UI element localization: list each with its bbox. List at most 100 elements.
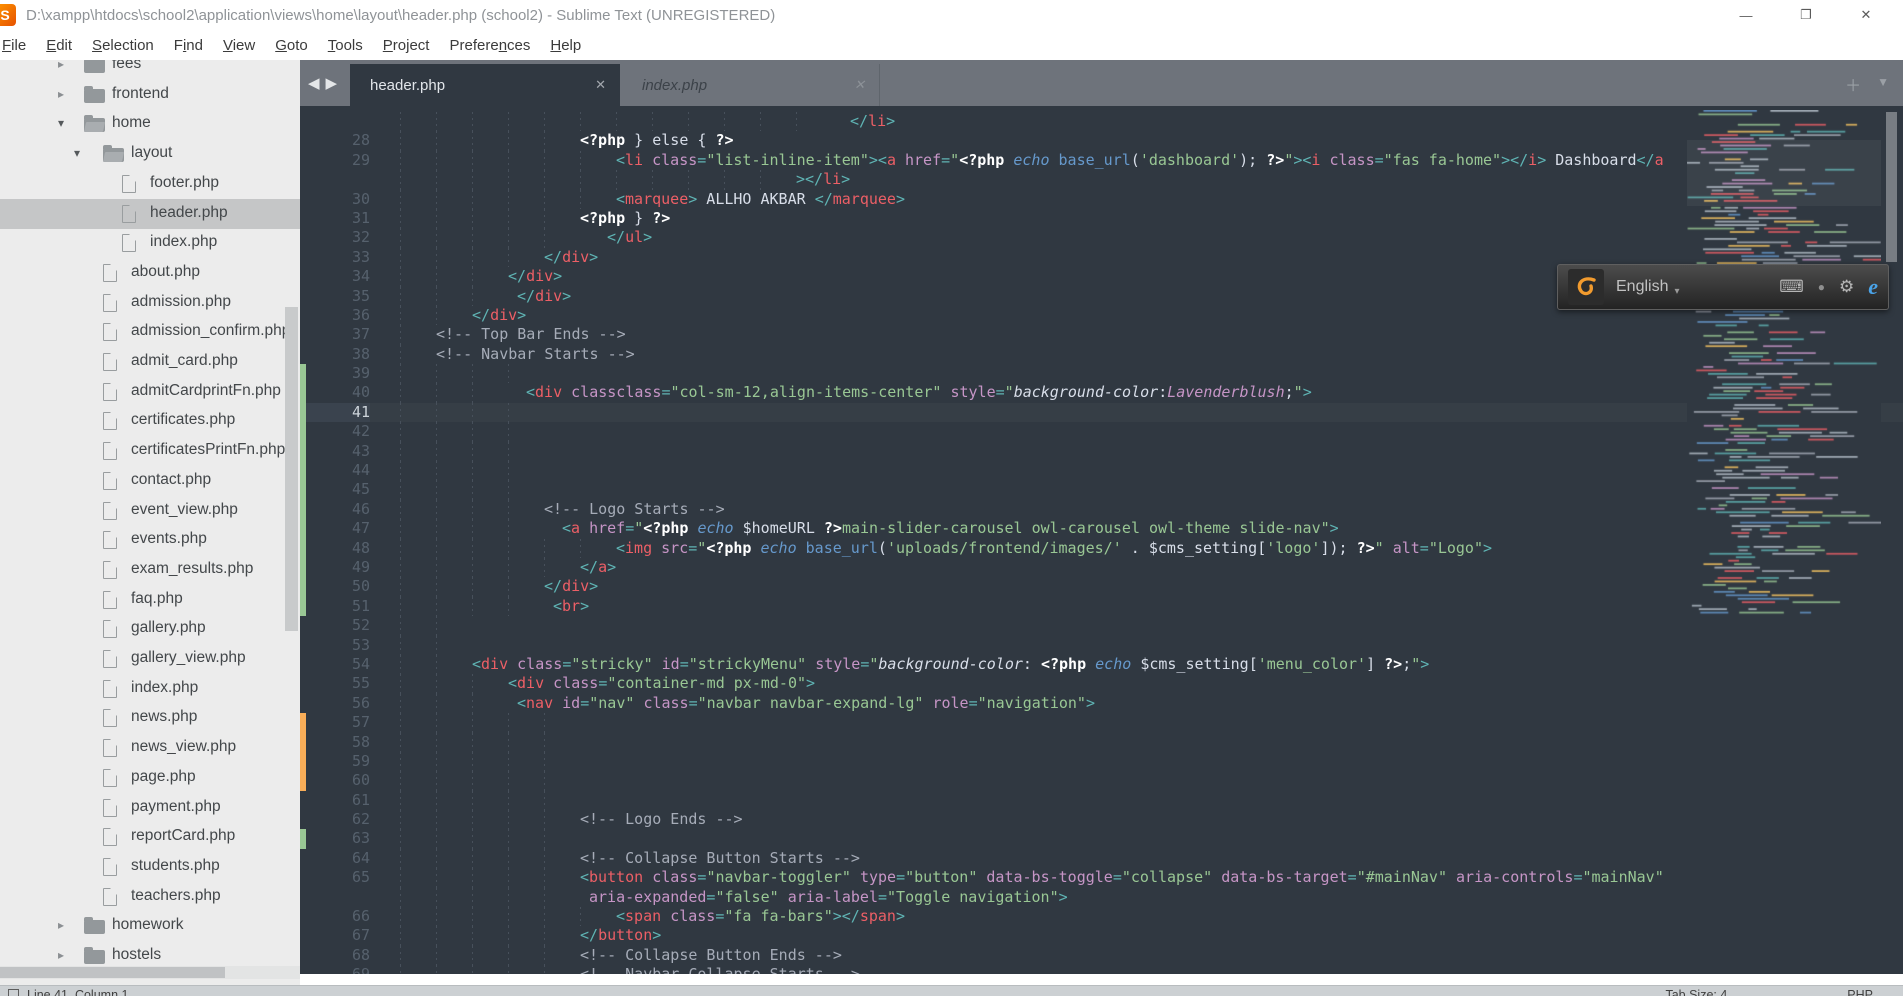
code-line-42[interactable]: 42	[300, 422, 1903, 442]
code-line-59[interactable]: 59	[300, 751, 1903, 772]
menu-selection[interactable]: Selection	[82, 37, 164, 54]
code-line-53[interactable]: 53	[300, 635, 1903, 655]
sidebar-item-frontend[interactable]: ▸ frontend	[0, 80, 300, 110]
code-line-62[interactable]: 62 <!-- Logo Ends -->	[300, 810, 1903, 830]
sidebar-item-admission_confirm-php[interactable]: admission_confirm.php	[0, 317, 300, 347]
code-line-39[interactable]: 39	[300, 364, 1903, 384]
code-editor[interactable]: </li> 28 <?php } else { ?> 29 <li class="lis…	[300, 106, 1903, 974]
sidebar-item-admit_card-php[interactable]: admit_card.php	[0, 347, 300, 377]
sidebar-item-gallery_view-php[interactable]: gallery_view.php	[0, 644, 300, 674]
code-line-46[interactable]: 46 <!-- Logo Starts -->	[300, 499, 1903, 520]
sidebar-item-fees[interactable]: ▸ fees	[0, 60, 300, 80]
sidebar-item-news-php[interactable]: news.php	[0, 703, 300, 733]
code-line-43[interactable]: 43	[300, 441, 1903, 462]
sidebar-item-reportCard-php[interactable]: reportCard.php	[0, 822, 300, 852]
code-line-57[interactable]: 57	[300, 713, 1903, 733]
menu-goto[interactable]: Goto	[265, 37, 318, 54]
code-line-51[interactable]: 51 <br>	[300, 596, 1903, 617]
code-line-28[interactable]: 28 <?php } else { ?>	[300, 131, 1903, 151]
code-line-40[interactable]: 40 <div classclass="col-sm-12,align-items…	[300, 383, 1903, 403]
tab-header-php[interactable]: header.php ✕	[350, 64, 620, 106]
sidebar-item-admitCardprintFn-php[interactable]: admitCardprintFn.php	[0, 377, 300, 407]
keyboard-icon[interactable]: ⌨	[1779, 277, 1804, 297]
code-line-55[interactable]: 55 <div class="container-md px-md-0">	[300, 674, 1903, 694]
tab-size-indicator[interactable]: Tab Size: 4	[1665, 988, 1727, 996]
scrollbar-thumb[interactable]	[0, 967, 225, 978]
code-line-56[interactable]: 56 <nav id="nav" class="navbar navbar-exp…	[300, 693, 1903, 714]
menu-view[interactable]: View	[213, 37, 265, 54]
code-line-47[interactable]: 47 <a href="<?php echo $homeURL ?>main-sl…	[300, 519, 1903, 539]
expand-arrow-icon[interactable]: ▸	[58, 948, 64, 962]
settings-gear-icon[interactable]: ⚙	[1839, 277, 1854, 297]
sidebar-vertical-scrollbar[interactable]	[285, 307, 298, 631]
tab-index-php[interactable]: index.php ✕	[622, 64, 880, 106]
code-line-wrap[interactable]: </li>	[300, 112, 1903, 132]
code-line-37[interactable]: 37 <!-- Top Bar Ends -->	[300, 325, 1903, 345]
sidebar-horizontal-scrollbar[interactable]	[0, 966, 300, 979]
code-line-49[interactable]: 49 </a>	[300, 557, 1903, 578]
syntax-indicator[interactable]: PHP	[1847, 988, 1873, 996]
code-line-48[interactable]: 48 <img src="<?php echo base_url('uploads…	[300, 538, 1903, 558]
windows-language-bar[interactable]: English ▾ ⌨ ● ⚙ e	[1557, 264, 1889, 310]
editor-vertical-scrollbar[interactable]	[1886, 112, 1897, 262]
new-tab-icon[interactable]: ＋	[1845, 72, 1861, 96]
expand-arrow-icon[interactable]: ▸	[58, 918, 64, 932]
sidebar-item-index-php[interactable]: index.php	[0, 674, 300, 704]
menu-find[interactable]: Find	[164, 37, 213, 54]
sidebar-item-admission-php[interactable]: admission.php	[0, 288, 300, 318]
language-label[interactable]: English	[1616, 278, 1668, 296]
menu-project[interactable]: Project	[373, 37, 440, 54]
code-line-29[interactable]: 29 <li class="list-inline-item"><a href="…	[300, 150, 1903, 171]
code-line-52[interactable]: 52	[300, 616, 1903, 636]
sidebar-item-page-php[interactable]: page.php	[0, 763, 300, 793]
sidebar-item-events-php[interactable]: events.php	[0, 525, 300, 555]
expand-arrow-icon[interactable]: ▸	[58, 60, 64, 71]
sidebar-item-homework[interactable]: ▸ homework	[0, 911, 300, 941]
code-line-67[interactable]: 67 </button>	[300, 926, 1903, 946]
code-line-38[interactable]: 38 <!-- Navbar Starts -->	[300, 344, 1903, 365]
sidebar-item-layout[interactable]: ▾ layout	[0, 139, 300, 169]
sidebar-item-certificatesPrintFn-php[interactable]: certificatesPrintFn.php	[0, 436, 300, 466]
code-line-31[interactable]: 31 <?php } ?>	[300, 208, 1903, 229]
code-line-wrap[interactable]: ></li>	[300, 170, 1903, 190]
sidebar-item-footer-php[interactable]: footer.php	[0, 169, 300, 199]
badge-icon[interactable]: ●	[1818, 280, 1825, 294]
expand-arrow-icon[interactable]: ▸	[58, 87, 64, 101]
close-tab-icon[interactable]: ✕	[854, 77, 865, 93]
chevron-down-icon[interactable]: ▾	[1674, 286, 1679, 297]
browser-icon[interactable]: e	[1868, 274, 1878, 300]
code-line-63[interactable]: 63	[300, 829, 1903, 849]
sidebar-item-certificates-php[interactable]: certificates.php	[0, 406, 300, 436]
code-line-68[interactable]: 68 <!-- Collapse Button Ends -->	[300, 945, 1903, 966]
collapse-arrow-icon[interactable]: ▾	[74, 146, 80, 160]
code-line-64[interactable]: 64 <!-- Collapse Button Starts -->	[300, 848, 1903, 869]
menu-edit[interactable]: Edit	[36, 37, 82, 54]
sidebar-item-contact-php[interactable]: contact.php	[0, 466, 300, 496]
tab-history-back-icon[interactable]: ◀	[308, 74, 320, 92]
code-line-58[interactable]: 58	[300, 732, 1903, 752]
collapse-arrow-icon[interactable]: ▾	[58, 116, 64, 130]
menu-file[interactable]: File	[0, 37, 36, 54]
sidebar-item-news_view-php[interactable]: news_view.php	[0, 733, 300, 763]
code-line-65[interactable]: 65 <button class="navbar-toggler" type="b…	[300, 868, 1903, 888]
minimize-button[interactable]: —	[1723, 0, 1769, 30]
sidebar-item-faq-php[interactable]: faq.php	[0, 585, 300, 615]
sidebar-item-exam_results-php[interactable]: exam_results.php	[0, 555, 300, 585]
tab-overflow-icon[interactable]: ▼	[1877, 75, 1889, 96]
code-line-30[interactable]: 30 <marquee> ALLHO AKBAR </marquee>	[300, 189, 1903, 209]
menu-tools[interactable]: Tools	[318, 37, 373, 54]
code-line-60[interactable]: 60	[300, 771, 1903, 791]
sidebar-item-index-php[interactable]: index.php	[0, 228, 300, 258]
code-line-69[interactable]: 69 <!-- Navbar Collapse Starts -->	[300, 965, 1903, 974]
tab-history-forward-icon[interactable]: ▶	[326, 74, 338, 92]
sidebar-item-students-php[interactable]: students.php	[0, 852, 300, 882]
code-line-54[interactable]: 54 <div class="stricky" id="strickyMenu" …	[300, 654, 1903, 675]
sidebar-item-header-php[interactable]: header.php	[0, 198, 300, 229]
code-line-45[interactable]: 45	[300, 480, 1903, 500]
code-line-44[interactable]: 44	[300, 461, 1903, 481]
sidebar-item-teachers-php[interactable]: teachers.php	[0, 882, 300, 912]
code-line-61[interactable]: 61	[300, 790, 1903, 811]
close-button[interactable]: ✕	[1843, 0, 1889, 30]
code-line-wrap[interactable]: aria-expanded="false" aria-label="Toggle…	[300, 887, 1903, 908]
close-tab-icon[interactable]: ✕	[595, 77, 606, 93]
